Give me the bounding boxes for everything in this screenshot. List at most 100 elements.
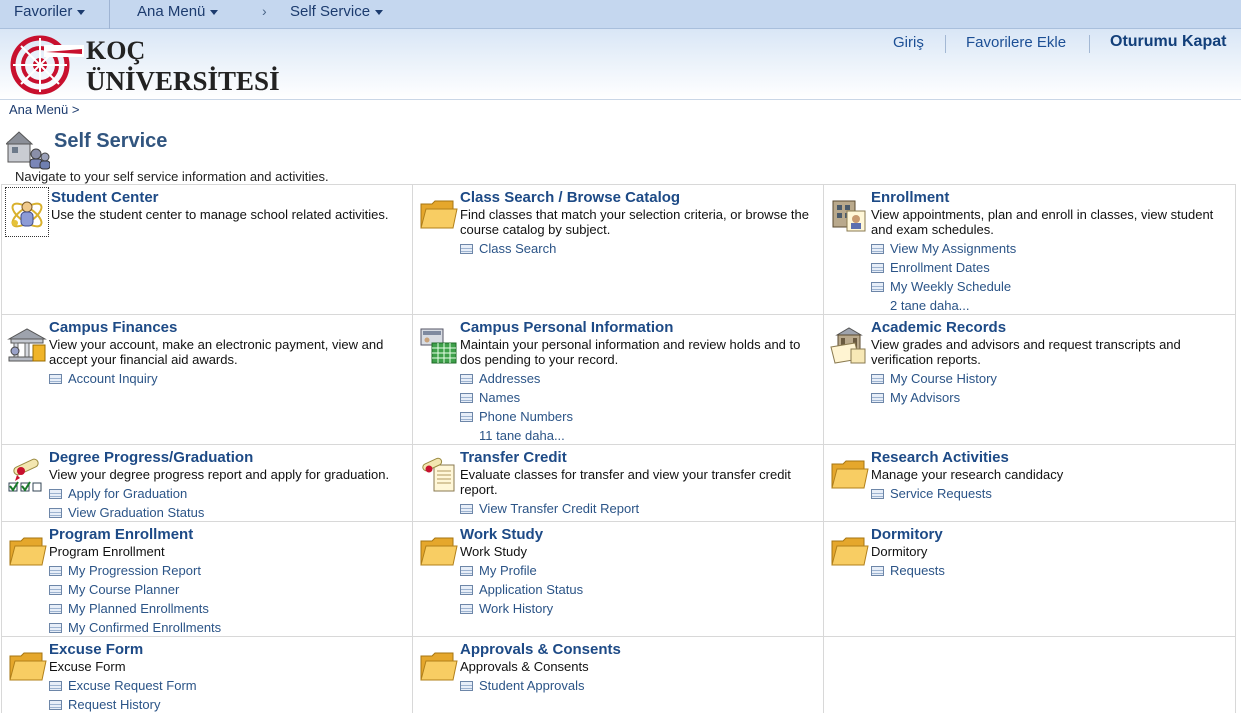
link-view-graduation-status[interactable]: View Graduation Status <box>49 503 408 522</box>
link-my-confirmed-enrollments[interactable]: My Confirmed Enrollments <box>49 618 408 637</box>
page-link-icon <box>871 489 884 499</box>
link-label: Student Approvals <box>479 678 585 693</box>
logout-link[interactable]: Oturumu Kapat <box>1110 33 1226 51</box>
self-service-grid: Student Center Use the student center to… <box>1 184 1236 714</box>
tile-links: Account Inquiry <box>49 369 408 388</box>
folder-icon[interactable] <box>418 647 458 687</box>
link-names[interactable]: Names <box>460 388 819 407</box>
page-description: Navigate to your self service informatio… <box>15 169 329 184</box>
page-link-icon <box>49 489 62 499</box>
tile-description: Dormitory <box>871 544 928 559</box>
link-label: Excuse Request Form <box>68 678 197 693</box>
tile-links: Student Approvals <box>460 676 819 695</box>
link-addresses[interactable]: Addresses <box>460 369 819 388</box>
link-label: View Transfer Credit Report <box>479 501 640 516</box>
tile-links: Requests <box>871 561 1231 580</box>
tile-title[interactable]: Campus Personal Information <box>460 319 673 336</box>
link-service-requests[interactable]: Service Requests <box>871 484 1231 503</box>
link-phone-numbers[interactable]: Phone Numbers <box>460 407 819 426</box>
tile-links: My Course History My Advisors <box>871 369 1231 407</box>
student-center-icon[interactable] <box>7 195 47 235</box>
link-class-search[interactable]: Class Search <box>460 239 819 258</box>
link-enrollment-dates[interactable]: Enrollment Dates <box>871 258 1231 277</box>
link-my-planned-enrollments[interactable]: My Planned Enrollments <box>49 599 408 618</box>
tile-description: Use the student center to manage school … <box>51 207 389 222</box>
tile-description: Find classes that match your selection c… <box>460 207 809 237</box>
enrollment-icon[interactable] <box>829 195 869 235</box>
link-label: My Confirmed Enrollments <box>68 620 222 635</box>
link-application-status[interactable]: Application Status <box>460 580 819 599</box>
tile-dormitory: Dormitory Dormitory Requests <box>824 522 1236 637</box>
folder-icon[interactable] <box>829 532 869 572</box>
tile-description: View grades and advisors and request tra… <box>871 337 1181 367</box>
koc-university-logo: KOÇ ÜNİVERSİTESİ <box>10 35 280 95</box>
main-menu[interactable]: Ana Menü <box>137 3 219 20</box>
link-excuse-request-form[interactable]: Excuse Request Form <box>49 676 408 695</box>
link-my-profile[interactable]: My Profile <box>460 561 819 580</box>
tile-class-search: Class Search / Browse Catalog Find class… <box>413 185 824 315</box>
link-my-advisors[interactable]: My Advisors <box>871 388 1231 407</box>
page-link-icon <box>460 604 473 614</box>
folder-icon[interactable] <box>418 532 458 572</box>
more-links[interactable]: 2 tane daha... <box>871 296 1231 315</box>
tile-title[interactable]: Academic Records <box>871 319 1006 336</box>
login-link[interactable]: Giriş <box>893 34 924 51</box>
page-link-icon <box>49 566 62 576</box>
nav-divider <box>109 0 110 29</box>
tile-title[interactable]: Program Enrollment <box>49 526 193 543</box>
tile-title[interactable]: Degree Progress/Graduation <box>49 449 253 466</box>
page-link-icon <box>460 374 473 384</box>
add-favorites-link[interactable]: Favorilere Ekle <box>966 34 1066 51</box>
personal-info-icon[interactable] <box>418 325 458 365</box>
tile-title[interactable]: Work Study <box>460 526 543 543</box>
link-label: My Course History <box>890 371 997 386</box>
academic-records-icon[interactable] <box>829 325 869 365</box>
page-link-icon <box>460 504 473 514</box>
folder-icon[interactable] <box>829 455 869 495</box>
link-my-course-history[interactable]: My Course History <box>871 369 1231 388</box>
page-link-icon <box>49 508 62 518</box>
tile-title[interactable]: Approvals & Consents <box>460 641 621 658</box>
tile-description: View your account, make an electronic pa… <box>49 337 384 367</box>
tile-title[interactable]: Dormitory <box>871 526 943 543</box>
more-links[interactable]: 11 tane daha... <box>460 426 819 445</box>
page-link-icon <box>49 681 62 691</box>
link-view-my-assignments[interactable]: View My Assignments <box>871 239 1231 258</box>
tile-program-enrollment: Program Enrollment Program Enrollment My… <box>1 522 413 637</box>
logo-line2: ÜNİVERSİTESİ <box>86 66 280 95</box>
link-my-weekly-schedule[interactable]: My Weekly Schedule <box>871 277 1231 296</box>
favorites-menu[interactable]: Favoriler <box>14 3 86 20</box>
link-student-approvals[interactable]: Student Approvals <box>460 676 819 695</box>
breadcrumb-main-menu[interactable]: Ana Menü > <box>9 102 79 117</box>
folder-icon[interactable] <box>418 195 458 235</box>
page-link-icon <box>460 566 473 576</box>
link-view-transfer-credit-report[interactable]: View Transfer Credit Report <box>460 499 819 518</box>
link-apply-for-graduation[interactable]: Apply for Graduation <box>49 484 408 503</box>
tile-description: Maintain your personal information and r… <box>460 337 801 367</box>
tile-title[interactable]: Enrollment <box>871 189 949 206</box>
transfer-credit-icon[interactable] <box>418 455 458 495</box>
link-request-history[interactable]: Request History <box>49 695 408 714</box>
link-requests[interactable]: Requests <box>871 561 1231 580</box>
folder-icon[interactable] <box>7 647 47 687</box>
link-my-progression-report[interactable]: My Progression Report <box>49 561 408 580</box>
link-account-inquiry[interactable]: Account Inquiry <box>49 369 408 388</box>
graduation-icon[interactable] <box>7 455 47 495</box>
folder-icon[interactable] <box>7 532 47 572</box>
link-label: Addresses <box>479 371 541 386</box>
page-link-icon <box>871 393 884 403</box>
tile-title[interactable]: Student Center <box>51 189 159 206</box>
caret-down-icon <box>77 9 86 15</box>
tile-title[interactable]: Excuse Form <box>49 641 143 658</box>
page-link-icon <box>460 393 473 403</box>
tile-title[interactable]: Transfer Credit <box>460 449 567 466</box>
tile-title[interactable]: Class Search / Browse Catalog <box>460 189 680 206</box>
self-service-menu[interactable]: Self Service <box>290 3 384 20</box>
tile-title[interactable]: Campus Finances <box>49 319 177 336</box>
link-my-course-planner[interactable]: My Course Planner <box>49 580 408 599</box>
finances-icon[interactable] <box>7 325 47 365</box>
link-work-history[interactable]: Work History <box>460 599 819 618</box>
tile-title[interactable]: Research Activities <box>871 449 1009 466</box>
tile-work-study: Work Study Work Study My Profile Applica… <box>413 522 824 637</box>
tile-enrollment: Enrollment View appointments, plan and e… <box>824 185 1236 315</box>
